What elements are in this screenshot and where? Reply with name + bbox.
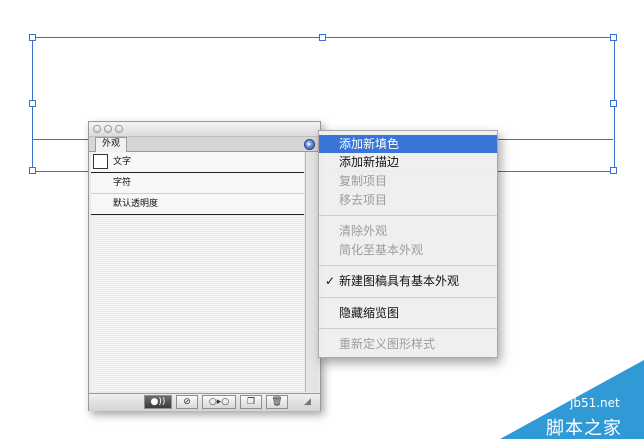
- menu-item-remove-item[interactable]: 移去项目: [319, 191, 497, 209]
- resize-grip-icon[interactable]: ◢: [304, 397, 316, 409]
- menu-item-add-new-fill[interactable]: 添加新填色: [319, 135, 497, 153]
- tab-appearance[interactable]: 外观: [95, 137, 128, 152]
- handle-top-center[interactable]: [319, 34, 326, 41]
- menu-separator: [319, 328, 497, 329]
- menu-item-new-art-basic-appearance[interactable]: ✓ 新建图稿具有基本外观: [319, 272, 497, 290]
- handle-top-left[interactable]: [29, 34, 36, 41]
- menu-item-duplicate-item[interactable]: 复制项目: [319, 172, 497, 190]
- minimize-icon[interactable]: [104, 125, 112, 133]
- handle-top-right[interactable]: [610, 34, 617, 41]
- handle-bottom-left[interactable]: [29, 167, 36, 174]
- panel-scrollbar[interactable]: [305, 152, 319, 392]
- panel-titlebar[interactable]: [89, 122, 320, 137]
- close-icon[interactable]: [93, 125, 101, 133]
- trash-icon[interactable]: 🗑: [266, 395, 288, 409]
- watermark-url: jb51.net: [570, 396, 620, 410]
- list-item-label: 字符: [113, 178, 132, 188]
- appearance-panel: 外观 ▸ 文字 字符 默认透明度 ●)) ⊘ ○▸○ ❐ 🗑 ◢: [88, 121, 321, 411]
- list-item-characters[interactable]: 字符: [91, 173, 304, 194]
- menu-separator: [319, 297, 497, 298]
- menu-item-clear-appearance[interactable]: 清除外观: [319, 222, 497, 240]
- duplicate-icon[interactable]: ❐: [240, 395, 262, 409]
- watermark-name: 脚本之家: [546, 418, 622, 439]
- zoom-icon[interactable]: [115, 125, 123, 133]
- panel-tab-row: 外观 ▸: [89, 137, 320, 152]
- list-item-type[interactable]: 文字: [91, 152, 304, 173]
- handle-bottom-right[interactable]: [610, 167, 617, 174]
- checkmark-icon: ✓: [325, 274, 336, 288]
- menu-item-add-new-stroke[interactable]: 添加新描边: [319, 153, 497, 171]
- reduce-basic-icon[interactable]: ○▸○: [202, 395, 236, 409]
- list-item-label: 默认透明度: [113, 199, 159, 209]
- list-item-label: 文字: [113, 157, 132, 167]
- list-item-default-opacity[interactable]: 默认透明度: [91, 194, 304, 215]
- flyout-arrow-icon[interactable]: ▸: [304, 139, 315, 150]
- appearance-toggle-icon[interactable]: ●)): [144, 395, 172, 409]
- menu-separator: [319, 215, 497, 216]
- handle-middle-right[interactable]: [610, 100, 617, 107]
- menu-separator: [319, 265, 497, 266]
- menu-item-hide-thumbnails[interactable]: 隐藏缩览图: [319, 304, 497, 322]
- handle-middle-left[interactable]: [29, 100, 36, 107]
- menu-item-redefine-graphic-style[interactable]: 重新定义图形样式: [319, 335, 497, 353]
- type-thumbnail: [93, 154, 108, 169]
- flyout-menu: 添加新填色 添加新描边 复制项目 移去项目 清除外观 简化至基本外观 ✓ 新建图…: [318, 130, 498, 358]
- menu-item-reduce-to-basic[interactable]: 简化至基本外观: [319, 241, 497, 259]
- appearance-list: 文字 字符 默认透明度: [91, 152, 304, 392]
- panel-bottom-toolbar: ●)) ⊘ ○▸○ ❐ 🗑 ◢: [89, 393, 320, 411]
- clear-icon[interactable]: ⊘: [176, 395, 198, 409]
